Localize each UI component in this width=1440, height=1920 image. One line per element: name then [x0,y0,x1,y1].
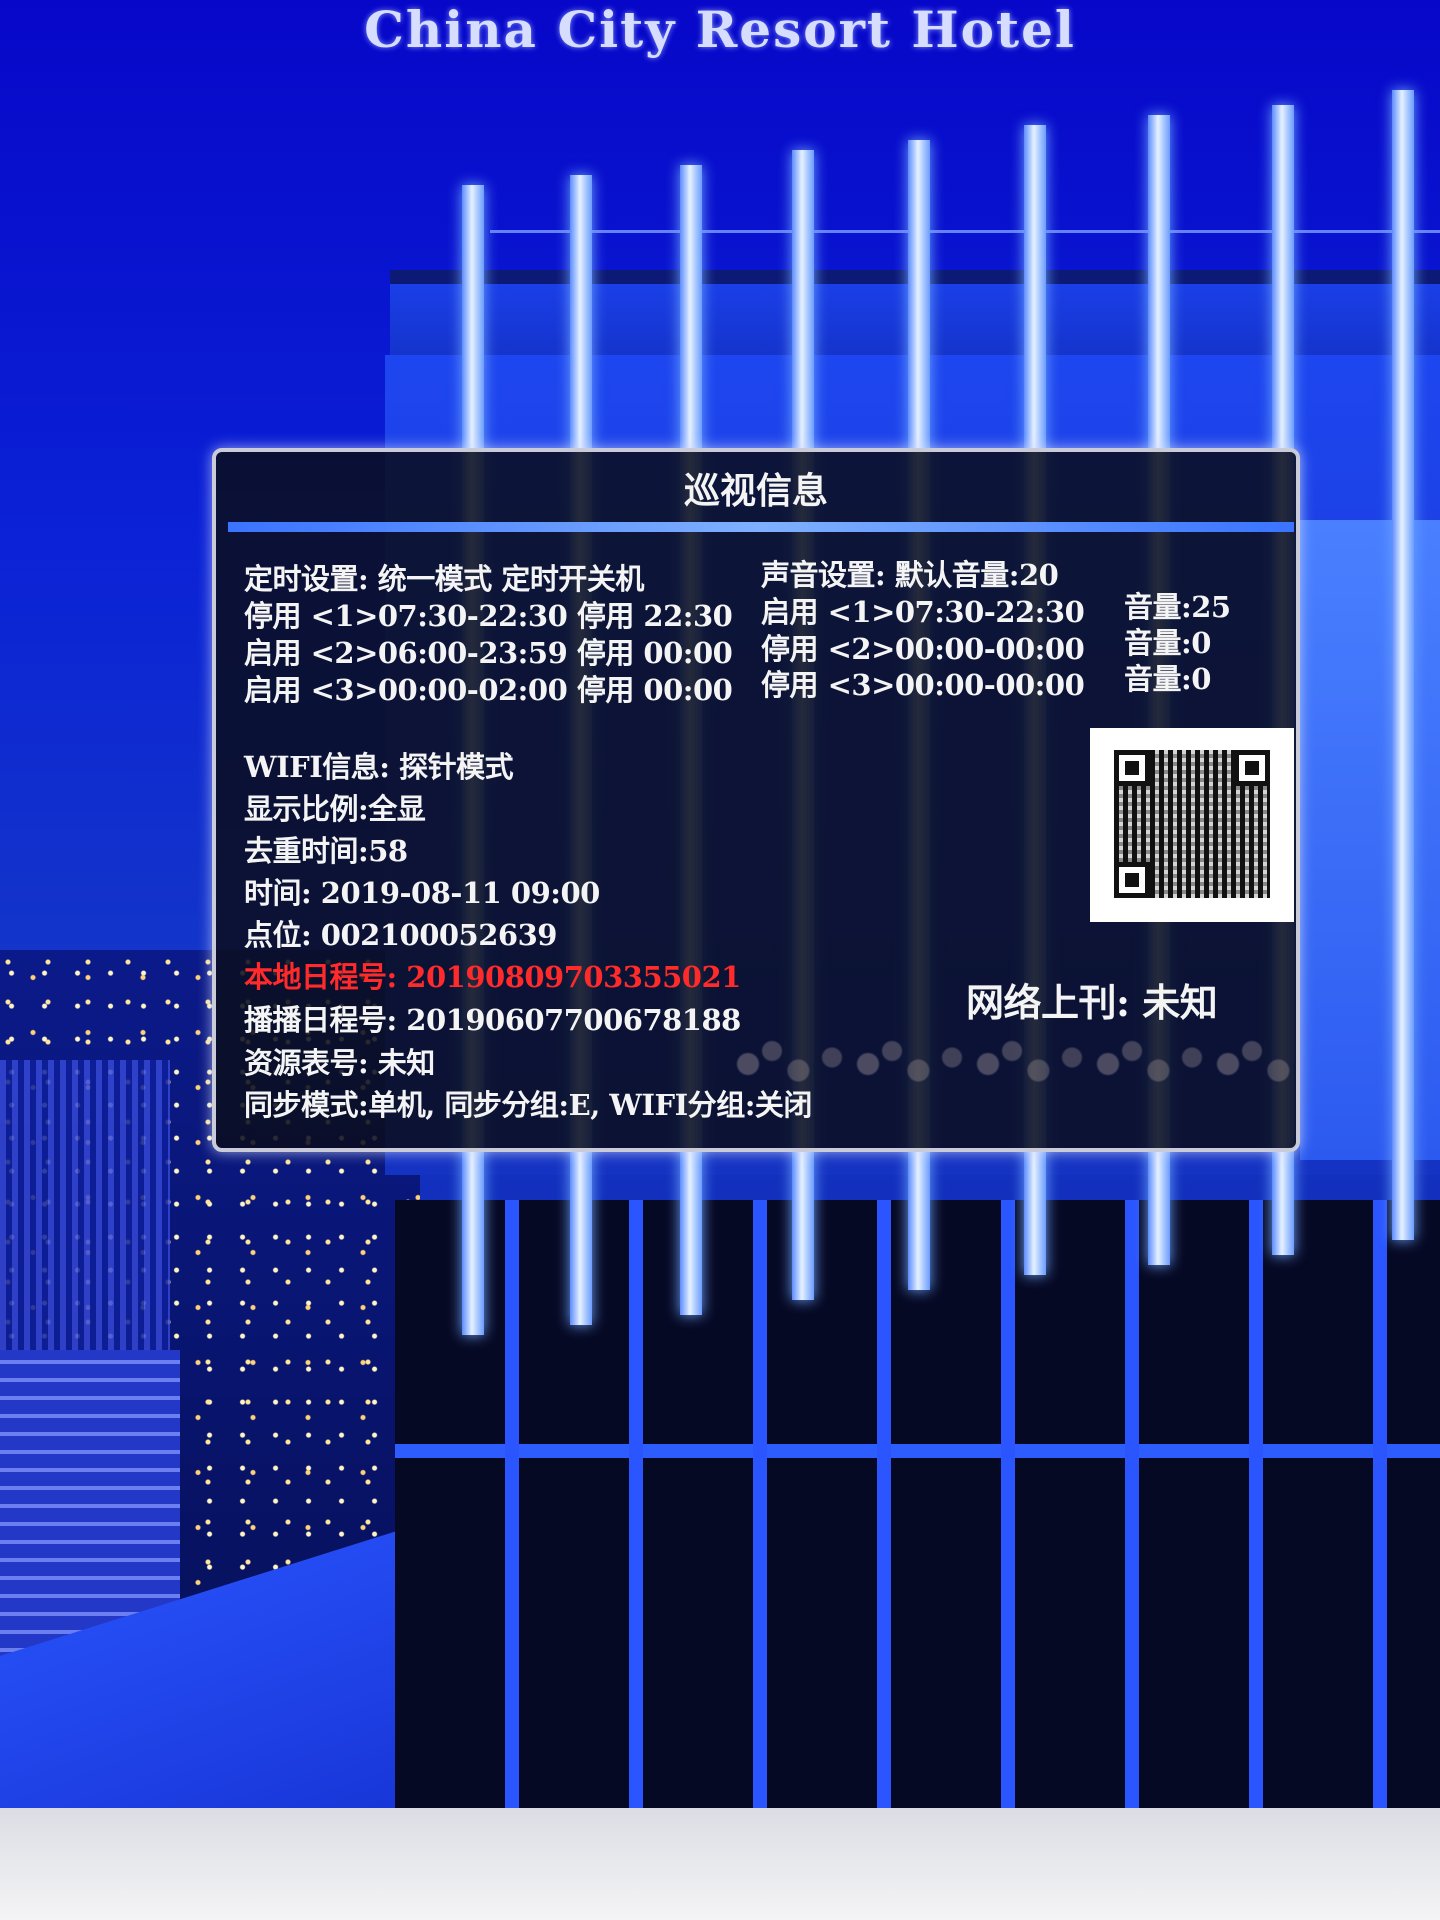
timer-row-3: 启用 <3>00:00-02:00 停用 00:00 [244,673,733,707]
qr-finder-icon [1234,750,1270,786]
sound-row-3: 停用 <3>00:00-00:00 [761,668,1085,702]
dialog-title: 巡视信息 [683,470,828,512]
volume-3: 音量:0 [1124,662,1211,696]
qr-finder-icon [1114,750,1150,786]
building-glow-image [1300,520,1440,1160]
video-screen: China City Resort Hotel 巡视信息 定时设置: 统一模式 … [0,0,1440,1808]
network-status: 网络上刊: 未知 [966,980,1218,1025]
timer-setting-row: 定时设置: 统一模式 定时开关机 [244,562,644,596]
sync-mode-row: 同步模式:单机, 同步分组:E, WIFI分组:关闭 [244,1088,812,1122]
timer-row-2: 启用 <2>06:00-23:59 停用 00:00 [244,636,733,670]
patrol-info-dialog: 巡视信息 定时设置: 统一模式 定时开关机 停用 <1>07:30-22:30 … [212,448,1300,1152]
timer-row-1: 停用 <1>07:30-22:30 停用 22:30 [244,599,733,633]
roof-rail [490,230,1440,233]
sound-row-1: 启用 <1>07:30-22:30 [761,595,1085,629]
dedup-time-row: 去重时间:58 [244,834,408,868]
qr-finder-icon [1114,862,1150,898]
resource-table-row: 资源表号: 未知 [244,1046,435,1080]
light-pillar [1392,90,1414,1240]
dialog-title-bar [228,522,1294,532]
location-row: 点位: 002100052639 [244,918,557,952]
display-ratio-row: 显示比例:全显 [244,792,426,826]
sound-setting-row: 声音设置: 默认音量:20 [761,558,1059,592]
wifi-info-row: WIFI信息: 探针模式 [244,750,514,784]
crowd-image [736,1012,1296,1142]
screen-bezel [0,1808,1440,1920]
hotel-title: China City Resort Hotel [364,0,1076,59]
time-row: 时间: 2019-08-11 09:00 [244,876,600,910]
building-facade-image [395,1200,1440,1808]
broadcast-schedule-row: 播播日程号: 20190607700678188 [244,1003,741,1037]
local-schedule-row: 本地日程号: 20190809703355021 [244,960,741,994]
qr-code-icon [1090,728,1294,922]
